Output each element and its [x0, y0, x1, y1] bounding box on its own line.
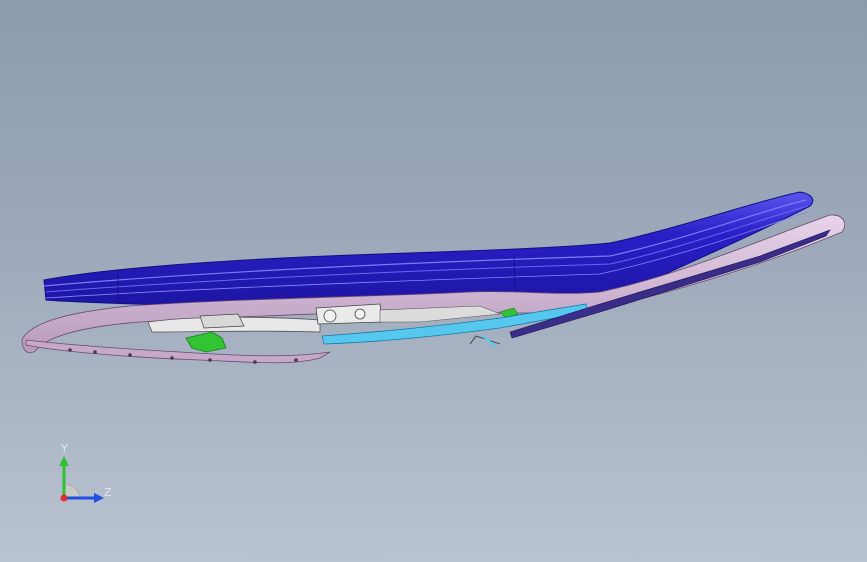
triad-graphic	[59, 456, 104, 503]
y-axis-label: Y	[61, 442, 68, 455]
z-axis-label: Z	[104, 486, 112, 499]
orientation-triad[interactable]: Y Z	[40, 438, 130, 518]
cad-viewport[interactable]: Y Z	[0, 0, 867, 562]
seat-model[interactable]	[0, 0, 867, 562]
